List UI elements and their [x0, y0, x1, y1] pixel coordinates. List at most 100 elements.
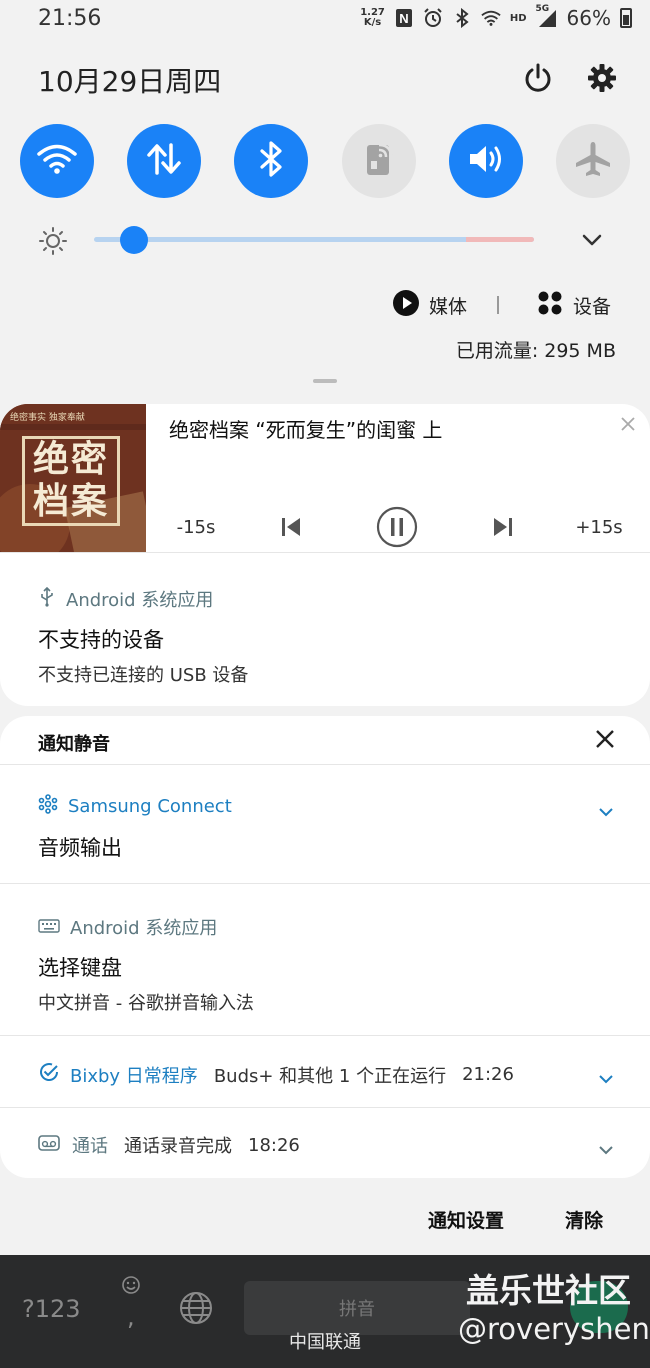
symbols-key[interactable]: ?123 [22, 1295, 81, 1323]
nfc-icon [362, 141, 396, 181]
album-subtext: 绝密事实 独家奉献 [10, 413, 85, 423]
date: 10月29日周四 [38, 65, 222, 98]
wifi-status-icon [481, 8, 501, 28]
alarm-icon [423, 8, 443, 28]
bixby-time: 21:26 [462, 1064, 514, 1085]
svg-text:N: N [399, 11, 408, 26]
volume-icon [466, 142, 506, 180]
usb-app-name: Android 系统应用 [66, 590, 214, 611]
keyboard-app-row: Android 系统应用 [38, 914, 217, 940]
album-art: 绝密事实 独家奉献 绝密档案 [0, 404, 146, 552]
album-text: 绝密档案 [32, 438, 109, 522]
silent-section-heading: 通知静音 [38, 734, 110, 755]
call-expand-chevron-icon[interactable] [598, 1140, 614, 1155]
usb-app-row: Android 系统应用 [38, 586, 213, 612]
status-time: 21:56 [38, 6, 102, 31]
media-and-usb-card: 绝密事实 独家奉献 绝密档案 绝密档案 “死而复生”的闺蜜 上 -15s +15… [0, 404, 650, 706]
call-recording-icon [38, 1134, 60, 1156]
keyboard-notification-title[interactable]: 选择键盘 [38, 952, 122, 982]
media-devices-divider [497, 296, 499, 314]
panel-drag-handle[interactable] [313, 379, 337, 383]
media-title: 绝密档案 “死而复生”的闺蜜 上 [169, 418, 443, 442]
bixby-app-name: Bixby 日常程序 [70, 1065, 198, 1087]
samsung-connect-app-row: Samsung Connect [38, 794, 232, 819]
keyboard-icon [38, 917, 60, 938]
previous-track-icon[interactable] [274, 504, 308, 550]
power-icon[interactable] [518, 58, 558, 98]
net-speed: 1.27 K/s [360, 8, 385, 28]
media-label: 媒体 [429, 296, 468, 318]
rewind-button[interactable]: -15s [170, 504, 222, 550]
silent-notifications-card: 通知静音 Samsung Connect 音频输出 Android 系统应用 选… [0, 716, 650, 1178]
bluetooth-status-icon [452, 8, 472, 28]
devices-button[interactable]: 设备 [537, 290, 611, 321]
brightness-slider-handle[interactable] [119, 226, 148, 254]
usb-icon [38, 586, 56, 612]
sound-toggle[interactable] [448, 124, 523, 198]
airplane-toggle[interactable] [555, 124, 630, 198]
mobile-data-toggle[interactable] [127, 124, 202, 198]
wifi-toggle[interactable] [20, 124, 94, 198]
samsung-expand-chevron-icon[interactable] [598, 802, 614, 817]
bluetooth-icon [259, 141, 283, 181]
settings-gear-icon[interactable] [582, 58, 622, 98]
battery-percent: 66% [566, 6, 611, 30]
forward-button[interactable]: +15s [572, 504, 626, 550]
signal-icon: 5G [536, 4, 558, 28]
data-usage-text: 已用流量: 295 MB [455, 340, 616, 362]
space-key[interactable]: 拼音 [244, 1281, 470, 1335]
comma-key[interactable]: , [127, 1303, 135, 1331]
nfc-toggle[interactable] [341, 124, 416, 198]
samsung-notification-title[interactable]: 音频输出 [38, 832, 122, 862]
watermark-line2: @roveryshen [458, 1312, 650, 1346]
bixby-text: Buds+ 和其他 1 个正在运行 [213, 1065, 447, 1087]
call-row[interactable]: 通话 通话录音完成 18:26 [38, 1132, 300, 1158]
media-close-icon[interactable] [620, 416, 636, 432]
quick-toggles [20, 124, 630, 198]
battery-icon [620, 8, 632, 28]
brightness-sun-icon [38, 226, 68, 256]
network-type: HD [509, 12, 527, 24]
devices-label: 设备 [573, 296, 612, 318]
bixby-expand-chevron-icon[interactable] [598, 1069, 614, 1084]
wifi-icon [37, 143, 77, 179]
call-app-name: 通话 [72, 1136, 108, 1157]
media-output-button[interactable]: 媒体 [393, 290, 467, 321]
emoji-icon[interactable] [121, 1275, 141, 1299]
pause-button[interactable] [374, 504, 420, 550]
silent-section-close-icon[interactable] [594, 728, 616, 750]
usb-notification-body[interactable]: 不支持已连接的 USB 设备 [38, 661, 248, 687]
expand-chevron-down-icon[interactable] [578, 228, 606, 252]
divider [0, 552, 650, 553]
divider [0, 883, 650, 884]
usb-notification-title[interactable]: 不支持的设备 [38, 624, 164, 654]
cell-gen: 5G [535, 4, 550, 14]
keyboard-app-name: Android 系统应用 [70, 918, 218, 939]
samsung-connect-app-name: Samsung Connect [68, 796, 232, 817]
clear-all-button[interactable]: 清除 [565, 1206, 603, 1233]
keyboard-notification-body[interactable]: 中文拼音 - 谷歌拼音输入法 [38, 989, 254, 1015]
notification-settings-button[interactable]: 通知设置 [428, 1206, 504, 1233]
play-circle-icon [393, 290, 419, 321]
net-speed-unit: K/s [363, 17, 382, 28]
bixby-row[interactable]: Bixby 日常程序 Buds+ 和其他 1 个正在运行 21:26 [38, 1061, 514, 1088]
call-time: 18:26 [248, 1134, 300, 1156]
next-track-icon[interactable] [486, 504, 520, 550]
pause-icon [376, 506, 418, 548]
brightness-slider-track[interactable] [94, 237, 534, 242]
media-controls: -15s +15s [146, 504, 650, 550]
airplane-icon [574, 140, 612, 182]
call-text: 通话录音完成 [124, 1136, 232, 1157]
divider [0, 764, 650, 765]
globe-icon[interactable] [179, 1291, 213, 1329]
status-icons: 1.27 K/s N HD 5G 66% [360, 4, 632, 30]
divider [0, 1107, 650, 1108]
nfc-status-icon: N [394, 8, 414, 28]
bixby-check-icon [38, 1061, 60, 1088]
divider [0, 1035, 650, 1036]
watermark-line1: 盖乐世社区 [466, 1271, 631, 1310]
data-arrows-icon [146, 142, 182, 180]
bluetooth-toggle[interactable] [234, 124, 309, 198]
samsung-connect-icon [38, 794, 58, 819]
brightness-track-high-zone [466, 237, 534, 242]
